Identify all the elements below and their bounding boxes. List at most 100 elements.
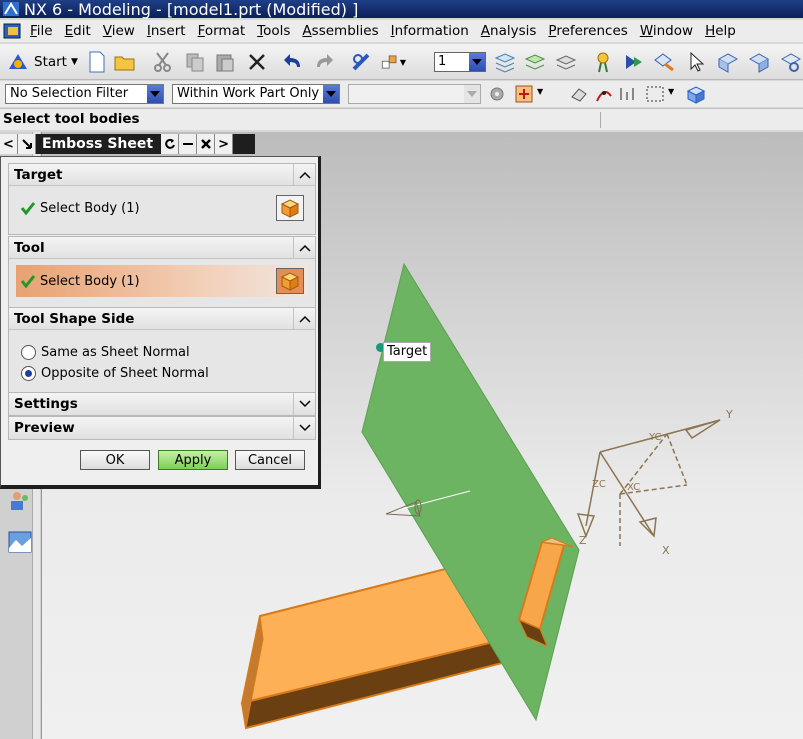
axis-yc-label: YC <box>648 432 662 443</box>
fit-view-button[interactable] <box>620 50 646 74</box>
selection-bar: No Selection Filter Within Work Part Onl… <box>0 81 803 107</box>
dialog-minimize-button[interactable] <box>179 134 198 154</box>
menu-analysis[interactable]: Analysis <box>475 23 543 39</box>
target-body-button[interactable] <box>276 195 304 221</box>
eraser-icon[interactable] <box>569 85 589 103</box>
move-to-layer-button[interactable] <box>553 50 579 74</box>
menu-tools[interactable]: Tools <box>251 23 296 39</box>
dialog-reset-button[interactable] <box>161 134 180 154</box>
type-filter-dropdown-icon[interactable] <box>147 85 163 103</box>
copy-icon <box>186 53 204 72</box>
menu-edit[interactable]: Edit <box>59 23 97 39</box>
menu-bar: File Edit View Insert Format Tools Assem… <box>0 20 803 42</box>
radio-same-as-normal[interactable]: Same as Sheet Normal <box>21 342 190 362</box>
new-button[interactable] <box>84 50 110 74</box>
system-scene-icon[interactable] <box>8 530 32 554</box>
redo-icon <box>317 54 333 67</box>
collapse-up-icon[interactable] <box>293 163 315 186</box>
dialog-forward-button[interactable]: > <box>215 134 234 154</box>
orient-view-button[interactable] <box>651 50 677 74</box>
expand-down-icon[interactable] <box>293 393 315 415</box>
check-icon <box>20 275 36 288</box>
target-tag: Target <box>383 342 432 362</box>
settings-group-header[interactable]: Settings <box>9 393 315 415</box>
work-layer-select[interactable]: 1 <box>434 52 486 72</box>
check-icon <box>20 202 36 215</box>
menu-help[interactable]: Help <box>699 23 742 39</box>
roles-icon[interactable] <box>8 488 32 512</box>
collapse-up-icon[interactable] <box>293 307 315 330</box>
redo-button[interactable] <box>311 50 337 74</box>
menu-view[interactable]: View <box>97 23 141 39</box>
visible-in-view-button[interactable] <box>522 50 548 74</box>
standard-toolbar: Start ▼ ▼ 1 <box>0 44 803 80</box>
tool-shape-side-header[interactable]: Tool Shape Side <box>9 307 315 330</box>
nx-logo-icon <box>3 2 19 16</box>
rotate-view-button[interactable] <box>715 50 741 74</box>
select-cursor-button[interactable] <box>684 50 710 74</box>
menu-format[interactable]: Format <box>192 23 252 39</box>
reset-icon <box>164 138 175 149</box>
edit-object-display-button[interactable] <box>349 50 375 74</box>
assembly-filter-dropdown-icon[interactable] <box>464 85 480 103</box>
target-select-body[interactable]: Select Body (1) <box>16 192 308 224</box>
target-group-header[interactable]: Target <box>9 163 315 186</box>
zoom-view-button[interactable] <box>777 50 803 74</box>
cut-button[interactable] <box>150 50 176 74</box>
menu-assemblies[interactable]: Assemblies <box>296 23 384 39</box>
start-button[interactable]: Start ▼ <box>6 50 78 74</box>
show-hide-button[interactable]: ▼ <box>380 50 406 74</box>
zoom-cube-icon <box>780 53 802 72</box>
assembly-filter-select[interactable] <box>348 84 481 104</box>
delete-button[interactable] <box>244 50 270 74</box>
paste-button[interactable] <box>212 50 238 74</box>
radio-opposite-of-normal[interactable]: Opposite of Sheet Normal <box>21 363 209 383</box>
snap-view-button[interactable] <box>590 50 616 74</box>
tool-select-body[interactable]: Select Body (1) <box>16 265 308 297</box>
solid-body-icon <box>280 199 300 218</box>
rectangle-dropdown-icon[interactable]: ▼ <box>668 87 674 96</box>
type-filter-select[interactable]: No Selection Filter <box>5 84 164 104</box>
object-display-icon <box>352 53 370 71</box>
dialog-header: < Emboss Sheet > <box>0 134 255 154</box>
snap-point-icon[interactable] <box>514 84 536 104</box>
radio-same-circle[interactable] <box>21 344 36 360</box>
open-button[interactable] <box>113 50 139 74</box>
apply-button[interactable]: Apply <box>158 450 228 470</box>
collapse-up-icon[interactable] <box>293 236 315 259</box>
axis-x-label: X <box>662 544 670 557</box>
tool-body-button[interactable] <box>276 268 304 294</box>
tool-group-header[interactable]: Tool <box>9 236 315 259</box>
radio-opposite-circle[interactable] <box>21 365 36 381</box>
menu-window[interactable]: Window <box>634 23 699 39</box>
cube-select-icon[interactable] <box>685 84 707 104</box>
show-hide-icon <box>381 55 397 69</box>
undo-button[interactable] <box>280 50 306 74</box>
ok-button[interactable]: OK <box>80 450 150 470</box>
menu-insert[interactable]: Insert <box>141 23 192 39</box>
intersection-icon[interactable] <box>617 84 637 104</box>
pan-view-button[interactable] <box>746 50 772 74</box>
system-menu-icon[interactable] <box>2 21 24 41</box>
settings-group: Settings <box>8 392 316 416</box>
menu-file[interactable]: File <box>24 23 59 39</box>
rectangle-select-icon[interactable] <box>645 85 665 103</box>
filter-gear-icon[interactable] <box>487 85 507 103</box>
menu-preferences[interactable]: Preferences <box>542 23 633 39</box>
preview-group-header[interactable]: Preview <box>9 417 315 439</box>
selection-scope-select[interactable]: Within Work Part Only <box>172 84 340 104</box>
menu-information[interactable]: Information <box>385 23 475 39</box>
point-on-curve-icon[interactable] <box>594 84 614 104</box>
cancel-button[interactable]: Cancel <box>235 450 305 470</box>
emboss-sheet-dialog: Target Select Body (1) Tool Select Body … <box>0 156 321 489</box>
scope-dropdown-icon[interactable] <box>323 85 339 103</box>
dialog-back-button[interactable]: < <box>0 134 18 154</box>
undo-icon <box>284 54 300 67</box>
dialog-close-button[interactable] <box>197 134 216 154</box>
copy-button[interactable] <box>182 50 208 74</box>
layer-dropdown-arrow-icon[interactable] <box>469 53 485 71</box>
snap-dropdown-icon[interactable]: ▼ <box>537 87 543 96</box>
layer-settings-button[interactable] <box>492 50 518 74</box>
dialog-pin-button[interactable] <box>18 134 36 154</box>
expand-down-icon[interactable] <box>293 417 315 439</box>
